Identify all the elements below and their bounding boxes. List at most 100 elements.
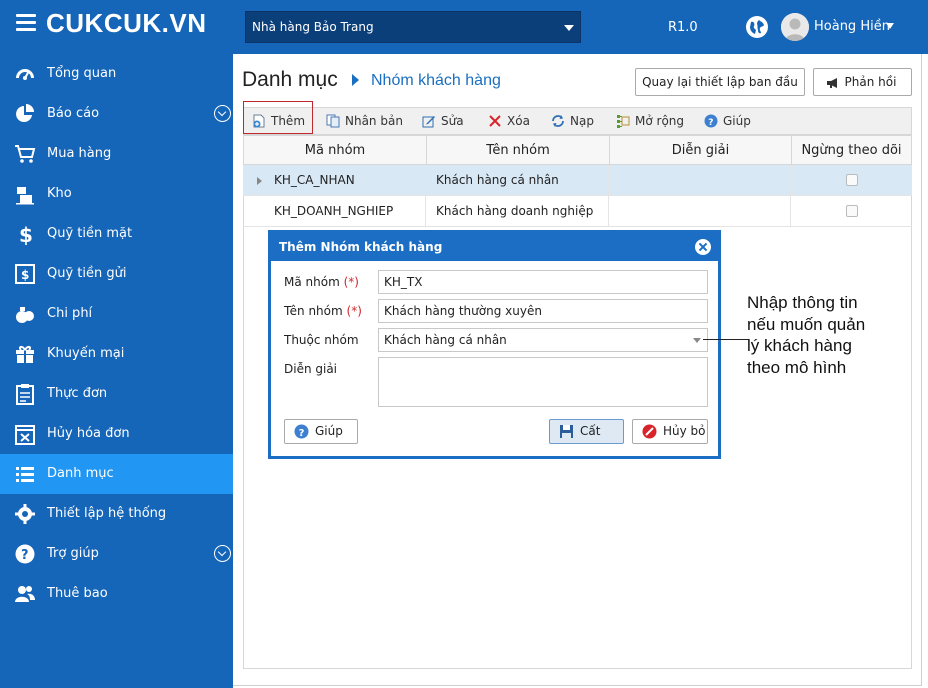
sidebar-item-chi-phi[interactable]: Chi phí [0, 294, 233, 334]
help-icon: ? [704, 114, 718, 128]
name-label: Tên nhóm (*) [284, 304, 362, 318]
edit-button-label: Sửa [441, 114, 464, 128]
app-logo[interactable]: CUKCUK.VN [46, 8, 207, 39]
sidebar-item-kho[interactable]: Kho [0, 174, 233, 214]
sidebar-item-mua-hang[interactable]: Mua hàng [0, 134, 233, 174]
hamburger-menu-icon[interactable] [16, 14, 36, 32]
dollar-icon: $ [19, 223, 33, 245]
parent-group-select[interactable]: Khách hàng cá nhân [378, 328, 708, 352]
sidebar-item-huy-hoa-don[interactable]: Hủy hóa đơn [0, 414, 233, 454]
annotation-leader-line [703, 339, 749, 340]
feedback-button[interactable]: Phản hồi [813, 68, 912, 96]
pie-chart-icon [16, 104, 34, 122]
sidebar-item-label: Tổng quan [47, 66, 117, 81]
sidebar-item-quy-tien-gui[interactable]: $ Quỹ tiền gửi [0, 254, 233, 294]
branch-select[interactable]: Nhà hàng Bảo Trang [245, 11, 581, 43]
sidebar-item-tong-quan[interactable]: Tổng quan [0, 54, 233, 94]
annotation-line: lý khách hàng [747, 336, 852, 355]
svg-text:?: ? [21, 548, 29, 563]
save-button-label: Cất [580, 424, 601, 438]
list-icon [16, 467, 34, 482]
globe-icon[interactable] [746, 16, 768, 38]
cancel-button-label: Hủy bỏ [663, 424, 706, 438]
cell-name: Khách hàng cá nhân [426, 165, 609, 196]
svg-text:$: $ [21, 268, 29, 282]
svg-text:?: ? [708, 118, 713, 128]
sidebar-item-khuyen-mai[interactable]: Khuyến mại [0, 334, 233, 374]
add-customer-group-dialog: Thêm Nhóm khách hàng Mã nhóm (*) Tên nhó… [270, 232, 719, 457]
dialog-help-button[interactable]: ? Giúp [284, 419, 358, 444]
version-label: R1.0 [668, 20, 698, 35]
sidebar-item-danh-muc[interactable]: Danh mục [0, 454, 233, 494]
svg-text:?: ? [299, 428, 305, 439]
column-header-description[interactable]: Diễn giải [610, 136, 792, 166]
sidebar-item-thuc-don[interactable]: Thực đơn [0, 374, 233, 414]
column-header-name[interactable]: Tên nhóm [427, 136, 610, 166]
gear-icon [15, 504, 35, 524]
user-menu-caret-icon[interactable] [886, 23, 894, 29]
expand-chevron-icon[interactable] [214, 545, 231, 562]
annotation-line: theo mô hình [747, 357, 847, 377]
annotation-line: Nhập thông tin [747, 293, 858, 312]
reload-button-label: Nạp [570, 114, 594, 128]
chevron-down-icon [693, 338, 701, 343]
sidebar-item-label: Kho [47, 186, 72, 201]
cell-code: KH_CA_NHAN [243, 165, 426, 196]
annotation-line: nếu muốn quản [747, 314, 866, 334]
inactive-checkbox[interactable] [846, 174, 858, 186]
edit-icon [422, 116, 435, 128]
annotation-note: Nhập thông tin nếu muốn quản lý khách hà… [747, 292, 897, 378]
inactive-checkbox[interactable] [846, 205, 858, 217]
dialog-header: Thêm Nhóm khách hàng [271, 233, 718, 261]
reset-defaults-button[interactable]: Quay lại thiết lập ban đầu [635, 68, 805, 96]
cell-description [609, 165, 791, 196]
sidebar-item-bao-cao[interactable]: Báo cáo [0, 94, 233, 134]
sidebar-item-label: Chi phí [47, 306, 93, 321]
breadcrumb-arrow-icon [352, 74, 359, 86]
description-field[interactable] [378, 357, 708, 407]
sidebar-item-label: Thiết lập hệ thống [47, 506, 167, 521]
column-header-code[interactable]: Mã nhóm [244, 136, 427, 166]
sidebar-item-quy-tien-mat[interactable]: $ Quỹ tiền mặt [0, 214, 233, 254]
cell-description [609, 196, 791, 227]
sidebar-item-label: Khuyến mại [47, 346, 125, 361]
dashboard-icon [16, 69, 34, 80]
sidebar-item-label: Quỹ tiền gửi [47, 266, 127, 281]
sidebar-item-label: Mua hàng [47, 146, 112, 161]
sidebar-item-tro-giup[interactable]: ? Trợ giúp [0, 534, 233, 574]
sidebar-item-thiet-lap-he-thong[interactable]: Thiết lập hệ thống [0, 494, 233, 534]
sidebar-item-thue-bao[interactable]: Thuê bao [0, 574, 233, 614]
dialog-help-label: Giúp [315, 424, 343, 438]
gift-icon [16, 346, 34, 363]
help-icon: ? [15, 544, 35, 564]
table-row[interactable]: KH_CA_NHAN Khách hàng cá nhân [243, 165, 912, 196]
toolbar: Thêm Nhân bản Sửa Xóa Nạp Mở rộng ? Giúp [243, 107, 912, 135]
cart-icon [15, 145, 36, 163]
sidebar-item-label: Thuê bao [47, 586, 108, 601]
feedback-button-label: Phản hồi [844, 75, 897, 89]
code-field[interactable] [378, 270, 708, 294]
table-row[interactable]: KH_DOANH_NGHIEP Khách hàng doanh nghiệp [243, 196, 912, 227]
column-header-inactive[interactable]: Ngừng theo dõi [792, 136, 911, 166]
sidebar-item-label: Danh mục [47, 466, 114, 481]
dialog-title: Thêm Nhóm khách hàng [279, 240, 443, 254]
page-subtitle[interactable]: Nhóm khách hàng [371, 72, 501, 90]
delete-x-icon [489, 115, 501, 127]
name-field[interactable] [378, 299, 708, 323]
cell-code: KH_DOANH_NGHIEP [243, 196, 426, 227]
sidebar-item-label: Quỹ tiền mặt [47, 226, 133, 241]
user-name[interactable]: Hoàng Hiền [814, 19, 890, 34]
close-icon[interactable] [695, 239, 711, 255]
expand-chevron-icon[interactable] [214, 105, 231, 122]
cancel-button[interactable]: Hủy bỏ [632, 419, 708, 444]
description-label: Diễn giải [284, 362, 338, 376]
required-mark: (*) [346, 304, 362, 318]
save-button[interactable]: Cất [549, 419, 624, 444]
cancel-icon [642, 424, 657, 439]
cancel-invoice-icon [15, 425, 35, 445]
expand-button-label: Mở rộng [635, 114, 685, 128]
user-avatar[interactable] [781, 13, 809, 41]
sidebar-item-label: Hủy hóa đơn [47, 426, 130, 441]
users-icon [15, 586, 35, 602]
copy-icon [326, 114, 340, 128]
